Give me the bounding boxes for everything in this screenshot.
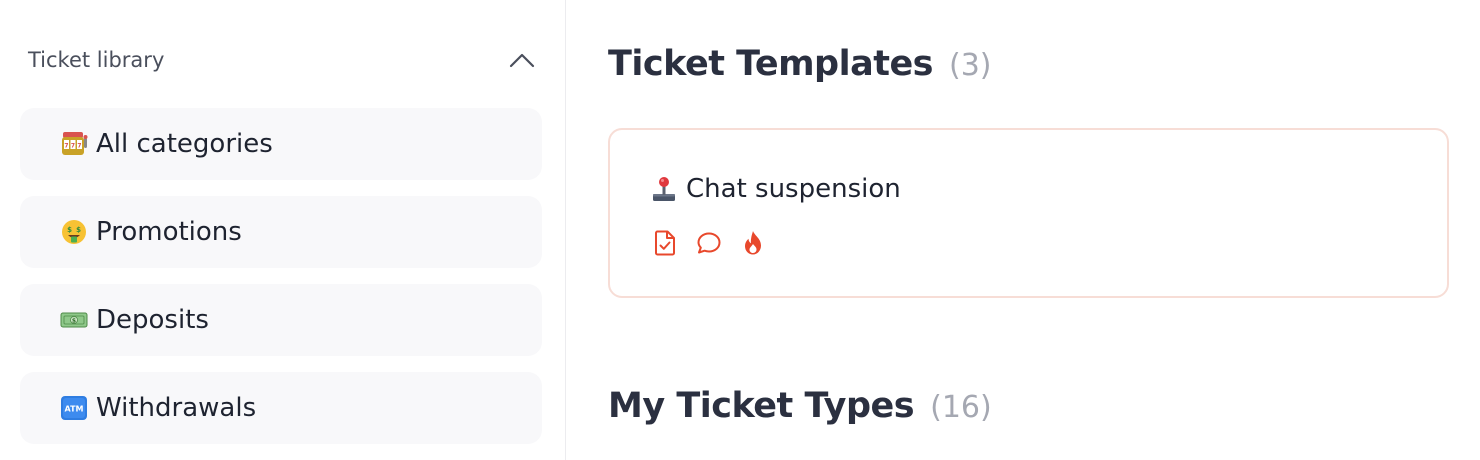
svg-text:7: 7 bbox=[64, 143, 68, 150]
category-withdrawals[interactable]: ATM Withdrawals bbox=[20, 372, 542, 444]
template-card-chat-suspension[interactable]: Chat suspension bbox=[608, 128, 1449, 298]
main-content: Ticket Templates (3) Chat suspension My … bbox=[608, 0, 1460, 460]
svg-text:7: 7 bbox=[77, 143, 81, 150]
ticket-templates-heading: Ticket Templates (3) bbox=[608, 44, 992, 84]
section-count: (16) bbox=[930, 390, 992, 425]
ticket-library-page: Ticket library 7 7 7 All categories $ $ … bbox=[0, 0, 1480, 460]
category-label: Promotions bbox=[96, 217, 242, 247]
ticket-library-header[interactable]: Ticket library bbox=[20, 38, 542, 82]
my-ticket-types-heading: My Ticket Types (16) bbox=[608, 386, 992, 426]
money-mouth-face-icon: $ $ bbox=[60, 218, 88, 246]
sidebar-title: Ticket library bbox=[28, 48, 165, 72]
category-promotions[interactable]: $ $ Promotions bbox=[20, 196, 542, 268]
file-check-icon bbox=[652, 230, 678, 256]
svg-text:$: $ bbox=[76, 226, 81, 234]
section-title: My Ticket Types bbox=[608, 386, 915, 426]
dollar-banknote-icon: $ bbox=[60, 306, 88, 334]
joystick-icon bbox=[650, 175, 678, 203]
svg-text:$: $ bbox=[72, 317, 76, 324]
category-label: Withdrawals bbox=[96, 393, 257, 423]
category-all-categories[interactable]: 7 7 7 All categories bbox=[20, 108, 542, 180]
card-tag-icons bbox=[652, 230, 784, 256]
flame-icon bbox=[740, 230, 766, 256]
chat-bubble-icon bbox=[696, 230, 722, 256]
section-title: Ticket Templates bbox=[608, 44, 934, 84]
slot-machine-icon: 7 7 7 bbox=[60, 130, 88, 158]
atm-sign-icon: ATM bbox=[60, 394, 88, 422]
section-count: (3) bbox=[949, 48, 992, 83]
category-label: Deposits bbox=[96, 305, 209, 335]
category-label: All categories bbox=[96, 129, 273, 159]
svg-text:ATM: ATM bbox=[65, 405, 84, 414]
card-title: Chat suspension bbox=[650, 174, 901, 204]
sidebar: Ticket library 7 7 7 All categories $ $ … bbox=[0, 0, 566, 460]
chevron-up-icon[interactable] bbox=[504, 42, 540, 78]
svg-text:$: $ bbox=[67, 226, 72, 234]
card-title-text: Chat suspension bbox=[686, 174, 901, 204]
category-deposits[interactable]: $ Deposits bbox=[20, 284, 542, 356]
category-list: 7 7 7 All categories $ $ Promotions $ De… bbox=[20, 108, 542, 460]
svg-text:7: 7 bbox=[71, 143, 75, 150]
